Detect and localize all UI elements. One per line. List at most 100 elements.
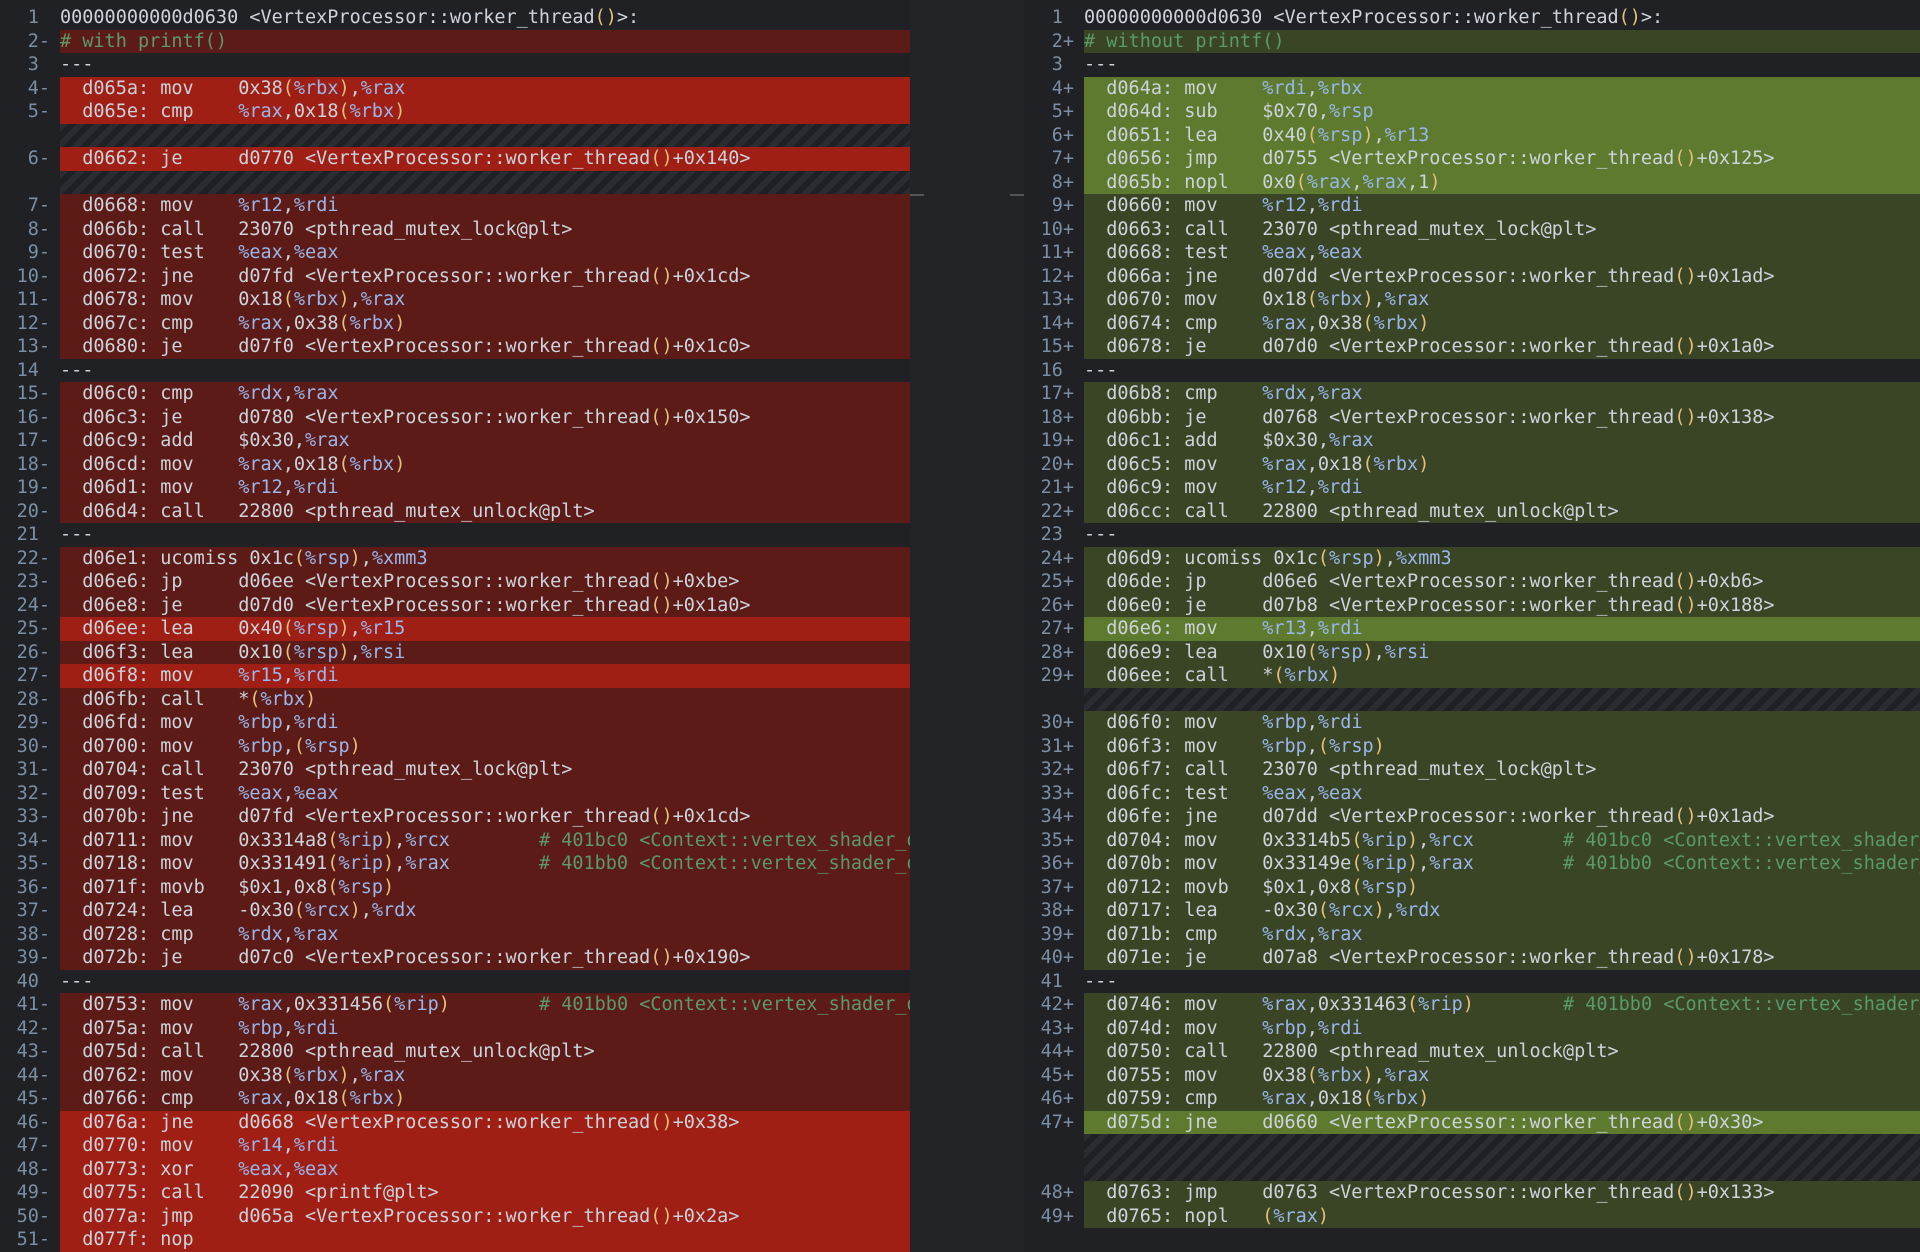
diff-line[interactable]: 6- d0662: je d0770 <VertexProcessor::wor… (0, 147, 910, 171)
diff-line[interactable]: 40 --- (0, 969, 910, 993)
diff-line[interactable]: 35- d0718: mov 0x331491(%rip),%rax # 401… (0, 852, 910, 876)
diff-line[interactable]: 41- d0753: mov %rax,0x331456(%rip) # 401… (0, 993, 910, 1017)
diff-line[interactable]: 45- d0766: cmp %rax,0x18(%rbx) (0, 1087, 910, 1111)
diff-line[interactable]: 1 00000000000d0630 <VertexProcessor::wor… (0, 6, 910, 30)
diff-line[interactable]: 16 --- (1024, 358, 1920, 382)
diff-line[interactable]: 5+ d064d: sub $0x70,%rsp (1024, 100, 1920, 124)
diff-line[interactable]: 9- d0670: test %eax,%eax (0, 241, 910, 265)
diff-line[interactable]: 39+ d071b: cmp %rdx,%rax (1024, 922, 1920, 946)
diff-line[interactable]: 9+ d0660: mov %r12,%rdi (1024, 194, 1920, 218)
diff-line[interactable]: 7- d0668: mov %r12,%rdi (0, 194, 910, 218)
diff-line[interactable]: 36+ d070b: mov 0x33149e(%rip),%rax # 401… (1024, 852, 1920, 876)
diff-line[interactable]: 21 --- (0, 523, 910, 547)
diff-line[interactable]: 43+ d074d: mov %rbp,%rdi (1024, 1016, 1920, 1040)
diff-line[interactable]: 4+ d064a: mov %rdi,%rbx (1024, 76, 1920, 100)
diff-line[interactable]: 34+ d06fe: jne d07dd <VertexProcessor::w… (1024, 805, 1920, 829)
diff-line[interactable]: 25- d06ee: lea 0x40(%rsp),%r15 (0, 617, 910, 641)
diff-line[interactable]: 11+ d0668: test %eax,%eax (1024, 241, 1920, 265)
diff-line[interactable]: 10+ d0663: call 23070 <pthread_mutex_loc… (1024, 217, 1920, 241)
diff-line[interactable]: 23- d06e6: jp d06ee <VertexProcessor::wo… (0, 570, 910, 594)
diff-line[interactable]: 8- d066b: call 23070 <pthread_mutex_lock… (0, 217, 910, 241)
diff-line[interactable]: 3 --- (0, 53, 910, 77)
scroll-marker-left[interactable] (910, 194, 924, 196)
diff-line[interactable]: 46- d076a: jne d0668 <VertexProcessor::w… (0, 1110, 910, 1134)
diff-line[interactable]: 21+ d06c9: mov %r12,%rdi (1024, 476, 1920, 500)
diff-line[interactable]: 30+ d06f0: mov %rbp,%rdi (1024, 711, 1920, 735)
diff-line[interactable]: 50- d077a: jmp d065a <VertexProcessor::w… (0, 1204, 910, 1228)
diff-line[interactable]: 18- d06cd: mov %rax,0x18(%rbx) (0, 452, 910, 476)
diff-line[interactable]: 27+ d06e6: mov %r13,%rdi (1024, 617, 1920, 641)
diff-line[interactable]: 47+ d075d: jne d0660 <VertexProcessor::w… (1024, 1110, 1920, 1134)
diff-line[interactable]: 17+ d06b8: cmp %rdx,%rax (1024, 382, 1920, 406)
diff-line[interactable]: 24+ d06d9: ucomiss 0x1c(%rsp),%xmm3 (1024, 546, 1920, 570)
diff-line[interactable]: 42- d075a: mov %rbp,%rdi (0, 1016, 910, 1040)
diff-pane-original[interactable]: 1 00000000000d0630 <VertexProcessor::wor… (0, 0, 910, 1252)
diff-line[interactable]: 29- d06fd: mov %rbp,%rdi (0, 711, 910, 735)
diff-line[interactable]: 26+ d06e0: je d07b8 <VertexProcessor::wo… (1024, 593, 1920, 617)
diff-line[interactable]: 32+ d06f7: call 23070 <pthread_mutex_loc… (1024, 758, 1920, 782)
diff-line[interactable]: 42+ d0746: mov %rax,0x331463(%rip) # 401… (1024, 993, 1920, 1017)
diff-line[interactable]: 45+ d0755: mov 0x38(%rbx),%rax (1024, 1063, 1920, 1087)
diff-line[interactable]: 46+ d0759: cmp %rax,0x18(%rbx) (1024, 1087, 1920, 1111)
diff-line[interactable]: 14 --- (0, 358, 910, 382)
diff-line[interactable]: 8+ d065b: nopl 0x0(%rax,%rax,1) (1024, 170, 1920, 194)
diff-line[interactable]: 25+ d06de: jp d06e6 <VertexProcessor::wo… (1024, 570, 1920, 594)
diff-line[interactable]: 4- d065a: mov 0x38(%rbx),%rax (0, 76, 910, 100)
diff-line[interactable]: 28+ d06e9: lea 0x10(%rsp),%rsi (1024, 640, 1920, 664)
diff-line[interactable]: 1 00000000000d0630 <VertexProcessor::wor… (1024, 6, 1920, 30)
diff-line[interactable]: 48- d0773: xor %eax,%eax (0, 1157, 910, 1181)
diff-line[interactable]: 19- d06d1: mov %r12,%rdi (0, 476, 910, 500)
diff-line[interactable]: 17- d06c9: add $0x30,%rax (0, 429, 910, 453)
diff-line[interactable]: 22+ d06cc: call 22800 <pthread_mutex_unl… (1024, 499, 1920, 523)
diff-line[interactable]: 24- d06e8: je d07d0 <VertexProcessor::wo… (0, 593, 910, 617)
diff-line[interactable]: 22- d06e1: ucomiss 0x1c(%rsp),%xmm3 (0, 546, 910, 570)
diff-line[interactable]: 33+ d06fc: test %eax,%eax (1024, 781, 1920, 805)
diff-line[interactable]: 29+ d06ee: call *(%rbx) (1024, 664, 1920, 688)
diff-line[interactable]: 38- d0728: cmp %rdx,%rax (0, 922, 910, 946)
diff-line[interactable]: 33- d070b: jne d07fd <VertexProcessor::w… (0, 805, 910, 829)
diff-line[interactable]: 11- d0678: mov 0x18(%rbx),%rax (0, 288, 910, 312)
diff-line[interactable]: 16- d06c3: je d0780 <VertexProcessor::wo… (0, 405, 910, 429)
diff-line[interactable]: 15- d06c0: cmp %rdx,%rax (0, 382, 910, 406)
diff-line[interactable]: 14+ d0674: cmp %rax,0x38(%rbx) (1024, 311, 1920, 335)
diff-line[interactable]: 5- d065e: cmp %rax,0x18(%rbx) (0, 100, 910, 124)
diff-line[interactable]: 31- d0704: call 23070 <pthread_mutex_loc… (0, 758, 910, 782)
diff-line[interactable]: 2- # with printf() (0, 29, 910, 53)
diff-line[interactable]: 32- d0709: test %eax,%eax (0, 781, 910, 805)
diff-line[interactable]: 28- d06fb: call *(%rbx) (0, 687, 910, 711)
diff-line[interactable]: 12- d067c: cmp %rax,0x38(%rbx) (0, 311, 910, 335)
diff-line[interactable]: 34- d0711: mov 0x3314a8(%rip),%rcx # 401… (0, 828, 910, 852)
diff-line[interactable]: 39- d072b: je d07c0 <VertexProcessor::wo… (0, 946, 910, 970)
diff-line[interactable]: 23 --- (1024, 523, 1920, 547)
diff-line[interactable]: 30- d0700: mov %rbp,(%rsp) (0, 734, 910, 758)
diff-line[interactable]: 2+ # without printf() (1024, 29, 1920, 53)
diff-line[interactable]: 37+ d0712: movb $0x1,0x8(%rsp) (1024, 875, 1920, 899)
diff-line[interactable]: 13+ d0670: mov 0x18(%rbx),%rax (1024, 288, 1920, 312)
diff-line[interactable]: 20+ d06c5: mov %rax,0x18(%rbx) (1024, 452, 1920, 476)
diff-line[interactable]: 15+ d0678: je d07d0 <VertexProcessor::wo… (1024, 335, 1920, 359)
diff-line[interactable]: 48+ d0763: jmp d0763 <VertexProcessor::w… (1024, 1181, 1920, 1205)
diff-line[interactable]: 31+ d06f3: mov %rbp,(%rsp) (1024, 734, 1920, 758)
scroll-marker-right[interactable] (1010, 194, 1024, 196)
diff-line[interactable]: 41 --- (1024, 969, 1920, 993)
diff-line[interactable]: 35+ d0704: mov 0x3314b5(%rip),%rcx # 401… (1024, 828, 1920, 852)
diff-line[interactable]: 19+ d06c1: add $0x30,%rax (1024, 429, 1920, 453)
diff-line[interactable]: 43- d075d: call 22800 <pthread_mutex_unl… (0, 1040, 910, 1064)
diff-line[interactable]: 7+ d0656: jmp d0755 <VertexProcessor::wo… (1024, 147, 1920, 171)
diff-line[interactable]: 6+ d0651: lea 0x40(%rsp),%r13 (1024, 123, 1920, 147)
diff-line[interactable]: 44- d0762: mov 0x38(%rbx),%rax (0, 1063, 910, 1087)
diff-line[interactable]: 49+ d0765: nopl (%rax) (1024, 1204, 1920, 1228)
diff-line[interactable]: 44+ d0750: call 22800 <pthread_mutex_unl… (1024, 1040, 1920, 1064)
diff-pane-modified[interactable]: 1 00000000000d0630 <VertexProcessor::wor… (1024, 0, 1920, 1252)
diff-line[interactable]: 51- d077f: nop (0, 1228, 910, 1252)
diff-line[interactable]: 3 --- (1024, 53, 1920, 77)
diff-line[interactable]: 49- d0775: call 22090 <printf@plt> (0, 1181, 910, 1205)
diff-line[interactable]: 10- d0672: jne d07fd <VertexProcessor::w… (0, 264, 910, 288)
diff-line[interactable]: 37- d0724: lea -0x30(%rcx),%rdx (0, 899, 910, 923)
diff-line[interactable]: 26- d06f3: lea 0x10(%rsp),%rsi (0, 640, 910, 664)
diff-line[interactable]: 38+ d0717: lea -0x30(%rcx),%rdx (1024, 899, 1920, 923)
diff-line[interactable]: 20- d06d4: call 22800 <pthread_mutex_unl… (0, 499, 910, 523)
diff-line[interactable]: 36- d071f: movb $0x1,0x8(%rsp) (0, 875, 910, 899)
diff-line[interactable]: 27- d06f8: mov %r15,%rdi (0, 664, 910, 688)
diff-line[interactable]: 18+ d06bb: je d0768 <VertexProcessor::wo… (1024, 405, 1920, 429)
